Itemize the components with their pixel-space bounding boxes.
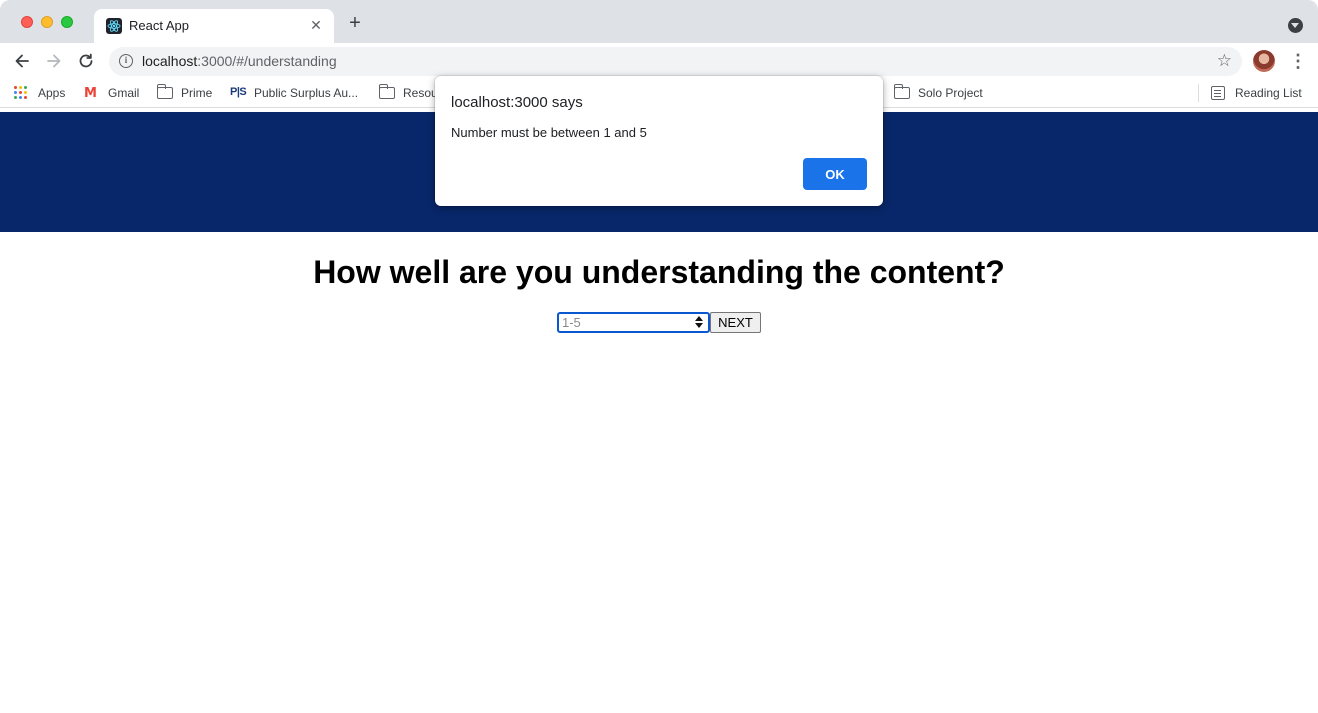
bookmark-label: Prime xyxy=(181,86,213,100)
folder-icon xyxy=(379,84,395,99)
ok-button[interactable]: OK xyxy=(803,158,867,190)
forward-arrow-icon[interactable] xyxy=(43,50,65,72)
page-title: How well are you understanding the conte… xyxy=(313,254,1005,290)
folder-icon xyxy=(894,84,910,99)
site-info-icon[interactable]: i xyxy=(119,54,133,68)
alert-dialog: localhost:3000 says Number must be betwe… xyxy=(435,76,883,206)
bookmark-label: Apps xyxy=(38,86,66,100)
profile-avatar[interactable] xyxy=(1253,50,1275,72)
url-text: localhost:3000/#/understanding xyxy=(142,53,337,69)
react-icon xyxy=(106,18,122,34)
next-button[interactable]: NEXT xyxy=(710,312,761,333)
maximize-window-button[interactable] xyxy=(61,16,73,28)
bookmark-label: Gmail xyxy=(108,86,140,100)
tab-strip: React App ✕ + xyxy=(0,0,1318,43)
address-bar[interactable]: i localhost:3000/#/understanding ☆ xyxy=(109,47,1242,76)
reading-list-icon xyxy=(1211,86,1225,100)
tab-title: React App xyxy=(129,18,189,33)
number-spinner-icon[interactable] xyxy=(694,315,704,330)
bookmarks-divider xyxy=(1198,84,1199,102)
bookmark-label: Solo Project xyxy=(918,86,983,100)
apps-icon xyxy=(14,86,28,100)
minimize-window-button[interactable] xyxy=(41,16,53,28)
dialog-message: Number must be between 1 and 5 xyxy=(451,125,647,140)
public-surplus-icon: P|S xyxy=(230,86,247,98)
close-tab-icon[interactable]: ✕ xyxy=(308,17,324,33)
back-arrow-icon[interactable] xyxy=(11,50,33,72)
bookmark-star-icon[interactable]: ☆ xyxy=(1217,51,1232,71)
folder-icon xyxy=(157,84,173,99)
close-window-button[interactable] xyxy=(21,16,33,28)
bookmark-label: Resou xyxy=(403,86,438,100)
rating-input[interactable] xyxy=(557,312,710,333)
tab-search-icon[interactable] xyxy=(1288,18,1303,33)
bookmark-label: Public Surplus Au... xyxy=(254,86,359,100)
browser-window: React App ✕ + i localhost:3000/#/underst… xyxy=(0,0,1318,713)
reload-icon[interactable] xyxy=(75,50,97,72)
gmail-icon: M xyxy=(84,86,97,101)
more-menu-icon[interactable]: ⋮ xyxy=(1289,51,1307,71)
reading-list-label: Reading List xyxy=(1235,86,1302,100)
new-tab-button[interactable]: + xyxy=(345,13,365,33)
tab-react-app[interactable]: React App ✕ xyxy=(94,9,334,43)
dialog-title: localhost:3000 says xyxy=(451,94,583,111)
browser-toolbar: i localhost:3000/#/understanding ☆ ⋮ xyxy=(0,43,1318,79)
